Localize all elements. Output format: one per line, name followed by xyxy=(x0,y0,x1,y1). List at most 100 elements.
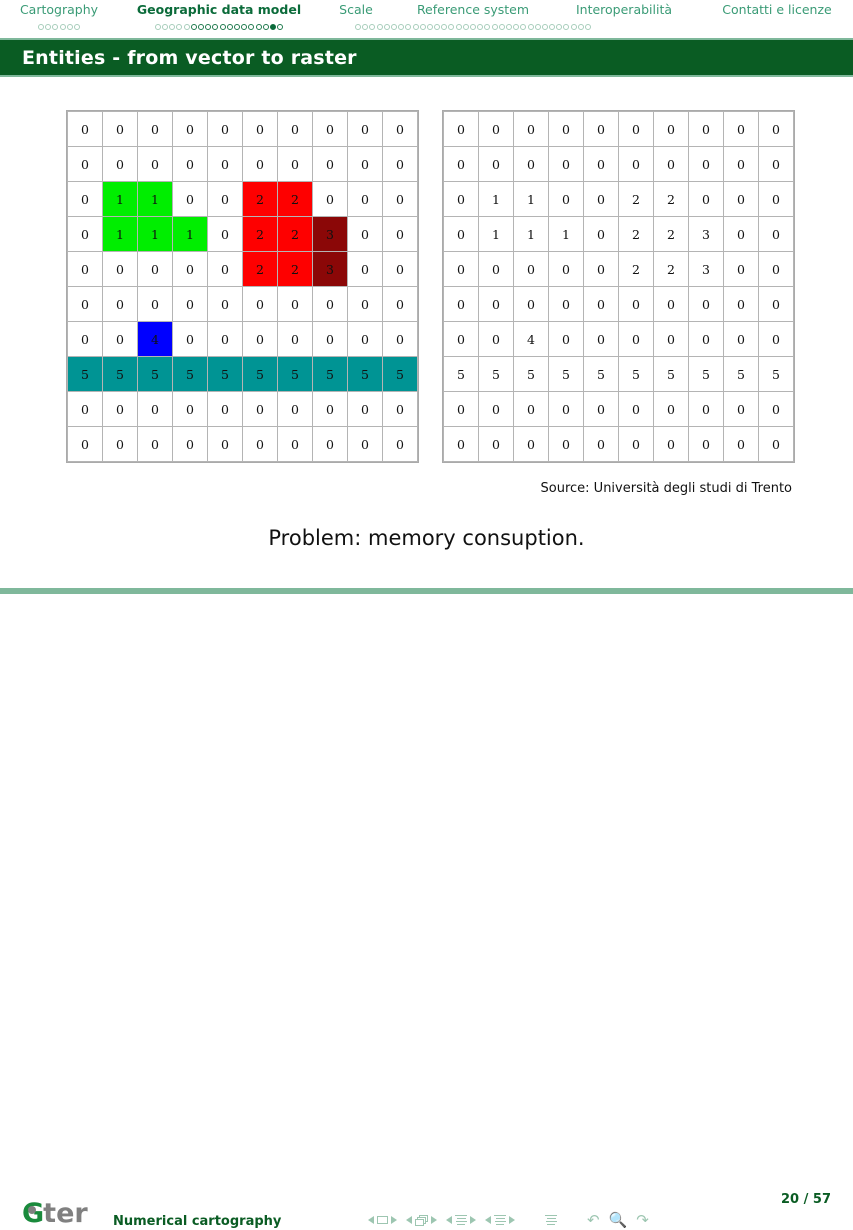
raster-cell: 2 xyxy=(618,216,654,252)
nav-dot[interactable] xyxy=(198,23,205,30)
nav-section-label[interactable]: Reference system xyxy=(417,0,529,18)
nav-section-label[interactable]: Geographic data model xyxy=(137,0,301,18)
nav-dot[interactable] xyxy=(470,23,476,30)
nav-dot[interactable] xyxy=(484,23,491,30)
nav-dot[interactable] xyxy=(38,23,45,30)
raster-cell: 0 xyxy=(67,146,103,182)
nav-dot[interactable] xyxy=(563,23,570,30)
nav-dot[interactable] xyxy=(534,23,541,30)
nav-dot[interactable] xyxy=(405,23,412,30)
raster-cell: 0 xyxy=(478,111,514,147)
table-row: 0000022300 xyxy=(67,251,418,287)
next-section-icon[interactable] xyxy=(509,1216,515,1224)
nav-dot[interactable] xyxy=(183,23,190,30)
nav-section-dots[interactable] xyxy=(154,21,284,33)
nav-dot[interactable] xyxy=(355,23,361,30)
table-row: 5555555555 xyxy=(67,356,418,392)
nav-section-label[interactable]: Cartography xyxy=(20,0,98,18)
nav-dot[interactable] xyxy=(462,23,469,30)
nav-dot[interactable] xyxy=(498,23,505,30)
subsection-icon[interactable] xyxy=(455,1215,467,1225)
nav-dot[interactable] xyxy=(570,23,577,30)
nav-section-dots[interactable] xyxy=(354,21,591,33)
nav-dot[interactable] xyxy=(541,23,548,30)
nav-dot[interactable] xyxy=(505,23,512,30)
raster-cell: 1 xyxy=(102,216,138,252)
nav-dot[interactable] xyxy=(169,23,176,30)
table-row: 0040000000 xyxy=(67,321,418,357)
nav-dot[interactable] xyxy=(527,23,534,30)
nav-dot[interactable] xyxy=(398,23,405,30)
nav-dot[interactable] xyxy=(520,23,527,30)
frame-stack-icon[interactable] xyxy=(415,1214,428,1226)
nav-dot[interactable] xyxy=(66,23,73,30)
section-nav-cluster[interactable] xyxy=(485,1215,515,1225)
raster-cell: 0 xyxy=(723,251,759,287)
nav-dot[interactable] xyxy=(376,23,383,30)
nav-dot[interactable] xyxy=(426,23,433,30)
next-slide-icon[interactable] xyxy=(391,1216,397,1224)
nav-dot[interactable] xyxy=(549,23,556,30)
nav-dot[interactable] xyxy=(212,23,219,30)
raster-cell: 0 xyxy=(548,321,584,357)
previous-section-icon[interactable] xyxy=(485,1216,491,1224)
nav-dot[interactable] xyxy=(248,23,255,30)
nav-dot[interactable] xyxy=(241,23,248,30)
previous-slide-icon[interactable] xyxy=(368,1216,374,1224)
nav-dot[interactable] xyxy=(412,23,419,30)
nav-dot[interactable] xyxy=(59,23,66,30)
nav-dot[interactable] xyxy=(190,23,197,30)
nav-dot[interactable] xyxy=(176,23,183,30)
nav-section-label[interactable]: Contatti e licenze xyxy=(722,0,831,18)
nav-dot[interactable] xyxy=(226,23,233,30)
nav-dot[interactable] xyxy=(362,23,369,30)
nav-dot[interactable] xyxy=(441,23,448,30)
raster-cell: 2 xyxy=(242,181,278,217)
forward-icon[interactable]: ↷ xyxy=(636,1212,649,1228)
nav-dot[interactable] xyxy=(390,23,397,30)
nav-dot[interactable] xyxy=(556,23,563,30)
nav-section-label[interactable]: Interoperabilità xyxy=(576,0,672,18)
nav-dot[interactable] xyxy=(455,23,462,30)
nav-dot[interactable] xyxy=(448,23,455,30)
frame-nav-cluster[interactable] xyxy=(406,1214,437,1226)
raster-cell: 0 xyxy=(172,321,208,357)
nav-dot[interactable] xyxy=(269,23,276,30)
previous-subsection-icon[interactable] xyxy=(446,1216,452,1224)
nav-dot[interactable] xyxy=(577,23,584,30)
raster-cell: 0 xyxy=(723,216,759,252)
nav-section-dots[interactable] xyxy=(37,21,80,33)
document-icon[interactable] xyxy=(545,1215,557,1225)
raster-cell: 0 xyxy=(758,216,794,252)
nav-dot[interactable] xyxy=(434,23,441,30)
nav-dot[interactable] xyxy=(233,23,240,30)
slide-icon[interactable] xyxy=(377,1216,388,1224)
nav-dot[interactable] xyxy=(219,23,226,30)
search-icon[interactable]: 🔍 xyxy=(609,1212,628,1228)
nav-dot[interactable] xyxy=(154,23,161,30)
nav-dot[interactable] xyxy=(73,23,80,30)
nav-dot[interactable] xyxy=(262,23,269,30)
next-frame-icon[interactable] xyxy=(431,1216,437,1224)
next-subsection-icon[interactable] xyxy=(470,1216,476,1224)
previous-frame-icon[interactable] xyxy=(406,1216,412,1224)
nav-dot[interactable] xyxy=(491,23,498,30)
nav-dot[interactable] xyxy=(277,23,284,30)
nav-dot[interactable] xyxy=(205,23,212,30)
nav-dot[interactable] xyxy=(369,23,376,30)
subsection-nav-cluster[interactable] xyxy=(446,1215,476,1225)
nav-dot[interactable] xyxy=(513,23,520,30)
section-icon[interactable] xyxy=(494,1215,506,1225)
slide-nav-cluster[interactable] xyxy=(368,1216,397,1224)
beamer-navigation-symbols[interactable]: ↶ 🔍 ↷ xyxy=(368,1210,649,1230)
nav-dot[interactable] xyxy=(52,23,59,30)
nav-dot[interactable] xyxy=(477,23,484,30)
nav-dot[interactable] xyxy=(255,23,262,30)
back-icon[interactable]: ↶ xyxy=(587,1212,600,1228)
nav-dot[interactable] xyxy=(162,23,169,30)
nav-dot[interactable] xyxy=(383,23,390,30)
nav-dot[interactable] xyxy=(585,23,591,30)
nav-section-label[interactable]: Scale xyxy=(339,0,373,18)
nav-dot[interactable] xyxy=(45,23,52,30)
nav-dot[interactable] xyxy=(419,23,426,30)
